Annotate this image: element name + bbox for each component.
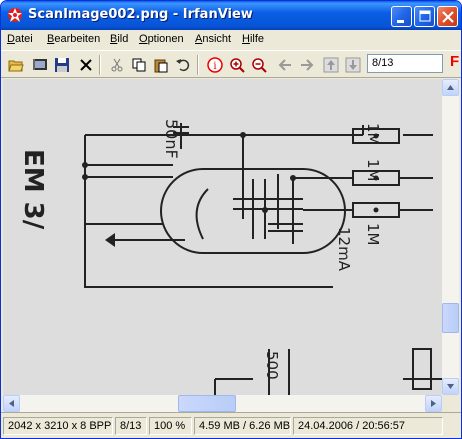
cut-icon[interactable] bbox=[107, 55, 127, 75]
minimize-button[interactable] bbox=[391, 6, 412, 27]
status-zoom: 100 % bbox=[149, 417, 192, 435]
menu-ansicht[interactable]: Ansicht bbox=[195, 33, 231, 45]
status-page: 8/13 bbox=[115, 417, 147, 435]
save-icon[interactable] bbox=[52, 55, 72, 75]
scroll-down-button[interactable] bbox=[442, 378, 459, 395]
previous-icon[interactable] bbox=[275, 55, 295, 75]
menu-bar: Datei Bearbeiten Bild Optionen Ansicht H… bbox=[1, 30, 461, 50]
title-bar[interactable]: ScanImage002.png - IrfanView bbox=[1, 1, 461, 30]
delete-icon[interactable] bbox=[76, 55, 96, 75]
last-page-icon[interactable] bbox=[343, 55, 363, 75]
menu-bearbeiten[interactable]: Bearbeiten bbox=[47, 33, 100, 45]
toolbar-separator bbox=[197, 55, 199, 75]
status-dimensions: 2042 x 3210 x 8 BPP bbox=[3, 417, 113, 435]
copy-icon[interactable] bbox=[129, 55, 149, 75]
vertical-scroll-thumb[interactable] bbox=[442, 303, 459, 333]
scanned-schematic-image: 50nF 1M 1M 1M 12mA EM 3/ 500 bbox=[3, 79, 442, 395]
label-50nf: 50nF bbox=[162, 119, 181, 159]
undo-icon[interactable] bbox=[173, 55, 193, 75]
label-12ma: 12mA bbox=[335, 227, 353, 272]
status-filesize: 4.59 MB / 6.26 MB bbox=[194, 417, 291, 435]
irfanview-window: ScanImage002.png - IrfanView Datei Bearb… bbox=[0, 0, 462, 439]
scroll-right-button[interactable] bbox=[425, 395, 442, 412]
zoom-out-icon[interactable] bbox=[249, 55, 269, 75]
irfanview-app-icon[interactable] bbox=[7, 7, 23, 23]
status-bar: 2042 x 3210 x 8 BPP 8/13 100 % 4.59 MB /… bbox=[1, 412, 461, 438]
label-1m-a: 1M bbox=[364, 123, 382, 146]
first-page-icon[interactable] bbox=[321, 55, 341, 75]
maximize-button[interactable] bbox=[414, 6, 435, 27]
brand-glyph: F bbox=[450, 53, 460, 70]
window-title: ScanImage002.png - IrfanView bbox=[28, 7, 253, 22]
close-button[interactable] bbox=[437, 6, 458, 27]
menu-hilfe[interactable]: Hilfe bbox=[242, 33, 264, 45]
image-viewport[interactable]: 50nF 1M 1M 1M 12mA EM 3/ 500 bbox=[3, 79, 442, 395]
scrollbar-corner bbox=[442, 395, 459, 412]
next-icon[interactable] bbox=[297, 55, 317, 75]
label-1m-c: 1M bbox=[364, 223, 382, 246]
toolbar-separator bbox=[99, 55, 101, 75]
horizontal-scrollbar[interactable] bbox=[3, 395, 442, 412]
open-folder-icon[interactable] bbox=[6, 55, 26, 75]
slideshow-icon[interactable] bbox=[30, 55, 50, 75]
zoom-in-icon[interactable] bbox=[227, 55, 247, 75]
info-icon[interactable]: i bbox=[205, 55, 225, 75]
label-500: 500 bbox=[263, 351, 281, 380]
vertical-scrollbar[interactable] bbox=[442, 79, 459, 395]
scroll-left-button[interactable] bbox=[3, 395, 20, 412]
label-em: EM 3/ bbox=[18, 149, 48, 230]
page-number-field[interactable]: 8/13 bbox=[367, 54, 443, 73]
menu-bild[interactable]: Bild bbox=[110, 33, 128, 45]
menu-datei[interactable]: Datei bbox=[7, 33, 33, 45]
horizontal-scroll-thumb[interactable] bbox=[178, 395, 236, 412]
paste-icon[interactable] bbox=[151, 55, 171, 75]
menu-optionen[interactable]: Optionen bbox=[139, 33, 184, 45]
svg-text:i: i bbox=[213, 61, 216, 72]
status-datetime: 24.04.2006 / 20:56:57 bbox=[293, 417, 443, 435]
scroll-up-button[interactable] bbox=[442, 79, 459, 96]
label-1m-b: 1M bbox=[364, 159, 382, 182]
